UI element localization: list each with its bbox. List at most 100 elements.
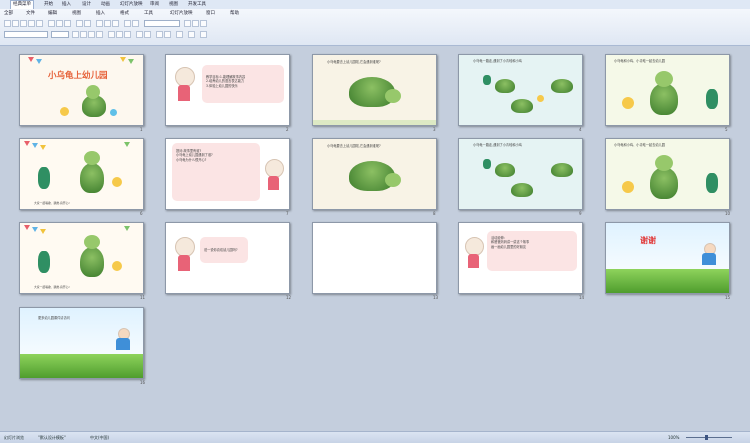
slide-number: 11: [140, 295, 146, 300]
slide-number: 4: [579, 127, 582, 132]
slide-1-thumbnail[interactable]: 小乌龟上幼儿园: [19, 54, 144, 126]
status-language: 中文(中国): [90, 435, 110, 440]
slide-number: 15: [725, 295, 731, 300]
slide-7-thumbnail[interactable]: 提问:故事里有谁? 小乌龟上幼儿园遇到了谁? 小乌龟为什么很开心?: [165, 138, 290, 210]
save-icon[interactable]: [20, 20, 27, 27]
menu-edit[interactable]: 编辑: [48, 10, 57, 17]
slide-title: 谢谢: [640, 236, 656, 245]
menu-row: 全部 文件 编辑 视图 插入 格式 工具 幻灯片放映 窗口 帮助: [0, 10, 750, 17]
paste-icon[interactable]: [64, 20, 71, 27]
tab-design[interactable]: 设计: [80, 1, 93, 8]
layout-icon[interactable]: [192, 20, 199, 27]
slide-5-thumbnail[interactable]: 小乌龟和小鸡、小青蛙一起去幼儿园: [605, 54, 730, 126]
slide-title: 小乌龟上幼儿园: [48, 71, 108, 81]
slide-number: 13: [433, 295, 439, 300]
slide-number: 6: [140, 211, 143, 216]
tab-view[interactable]: 视图: [167, 1, 180, 8]
cut-icon[interactable]: [48, 20, 55, 27]
underline-icon[interactable]: [88, 31, 95, 38]
preview-icon[interactable]: [36, 20, 43, 27]
slide-16-thumbnail[interactable]: 更多幼儿园课件请访问: [19, 307, 144, 379]
align-center-icon[interactable]: [116, 31, 123, 38]
menu-view[interactable]: 视图: [72, 10, 81, 17]
zoom-slider[interactable]: [686, 437, 732, 438]
new-icon[interactable]: [4, 20, 11, 27]
slide-6-thumbnail[interactable]: 大家一起唱歌、跳舞,真开心!: [19, 138, 144, 210]
copy-icon[interactable]: [56, 20, 63, 27]
slide-text-line: 小乌龟为什么很开心?: [176, 157, 207, 162]
slide-number: 12: [286, 295, 292, 300]
slide-text-line: 说一说你喜欢幼儿园吗?: [204, 248, 238, 252]
slide-15-thumbnail[interactable]: 谢谢: [605, 222, 730, 294]
zoom-level: 100%: [668, 435, 680, 440]
table-icon[interactable]: [96, 20, 103, 27]
slide-14-thumbnail[interactable]: 活动延伸: 和爸爸妈妈讲一讲这个故事 画一画幼儿园里的好朋友: [458, 222, 583, 294]
slide-4-thumbnail[interactable]: 小乌龟一路走,遇到了小青蛙和小鸡: [458, 54, 583, 126]
align-right-icon[interactable]: [124, 31, 131, 38]
new-slide-icon[interactable]: [184, 20, 191, 27]
redo-icon[interactable]: [84, 20, 91, 27]
font-shrink-icon[interactable]: [164, 31, 171, 38]
open-icon[interactable]: [12, 20, 19, 27]
chart-icon[interactable]: [104, 20, 111, 27]
tab-classic-menu[interactable]: 经典菜单: [10, 0, 34, 9]
slide-text-line: 3.体验上幼儿园的快乐: [206, 83, 238, 88]
menu-file[interactable]: 文件: [26, 10, 35, 17]
menu-window[interactable]: 窗口: [206, 10, 215, 17]
toolbar-row-standard: [4, 20, 334, 28]
slide-3-thumbnail[interactable]: 小乌龟要去上幼儿园啦,它会遇到谁呢?: [312, 54, 437, 126]
zoom-icon[interactable]: [124, 20, 131, 27]
status-bar: 幻灯片浏览 "默认设计模板" 中文(中国) 100%: [0, 431, 750, 443]
tab-insert[interactable]: 插入: [60, 1, 73, 8]
menu-help[interactable]: 帮助: [230, 10, 239, 17]
status-view: 幻灯片浏览: [4, 435, 24, 440]
help-icon[interactable]: [132, 20, 139, 27]
font-size-select[interactable]: [51, 31, 69, 38]
font-select[interactable]: [4, 31, 48, 38]
menu-insert[interactable]: 插入: [96, 10, 105, 17]
slide-number: 7: [286, 211, 289, 216]
tab-slideshow[interactable]: 幻灯片放映: [118, 1, 145, 8]
tab-home[interactable]: 开始: [42, 1, 55, 8]
slide-13-thumbnail[interactable]: [312, 222, 437, 294]
bullets-icon[interactable]: [144, 31, 151, 38]
slide-10-thumbnail[interactable]: 小乌龟和小鸡、小青蛙一起去幼儿园: [605, 138, 730, 210]
undo-icon[interactable]: [76, 20, 83, 27]
slide-text-line: 更多幼儿园课件请访问: [38, 316, 70, 320]
status-theme: "默认设计模板": [38, 435, 66, 440]
slide-number: 10: [725, 211, 731, 216]
slide-2-thumbnail[interactable]: 教学目标:1.能理解故事内容 2.培养幼儿的语言表达能力 3.体验上幼儿园的快乐: [165, 54, 290, 126]
align-left-icon[interactable]: [108, 31, 115, 38]
menu-format[interactable]: 格式: [120, 10, 129, 17]
slide-text-line: 大家一起唱歌、跳舞,真开心!: [34, 201, 70, 205]
slide-12-thumbnail[interactable]: 说一说你喜欢幼儿园吗?: [165, 222, 290, 294]
italic-icon[interactable]: [80, 31, 87, 38]
new-slide-2-icon[interactable]: [200, 31, 207, 38]
font-grow-icon[interactable]: [156, 31, 163, 38]
picture-icon[interactable]: [112, 20, 119, 27]
menu-all[interactable]: 全部: [4, 10, 13, 17]
numbering-icon[interactable]: [136, 31, 143, 38]
menu-tools[interactable]: 工具: [144, 10, 153, 17]
bold-icon[interactable]: [72, 31, 79, 38]
color-icon[interactable]: [200, 20, 207, 27]
print-icon[interactable]: [28, 20, 35, 27]
slide-8-thumbnail[interactable]: 小乌龟要去上幼儿园啦,它会遇到谁呢?: [312, 138, 437, 210]
font-color-icon[interactable]: [176, 31, 183, 38]
slide-number: 1: [140, 127, 143, 132]
menu-slideshow[interactable]: 幻灯片放映: [170, 10, 193, 17]
slide-text-line: 大家一起唱歌、跳舞,真开心!: [34, 285, 70, 289]
slide-text-line: 画一画幼儿园里的好朋友: [491, 244, 527, 249]
slide-9-thumbnail[interactable]: 小乌龟一路走,遇到了小青蛙和小鸡: [458, 138, 583, 210]
shadow-icon[interactable]: [96, 31, 103, 38]
design-icon[interactable]: [188, 31, 195, 38]
slide-11-thumbnail[interactable]: 大家一起唱歌、跳舞,真开心!: [19, 222, 144, 294]
zoom-select[interactable]: [144, 20, 180, 27]
tab-review[interactable]: 审阅: [148, 1, 161, 8]
zoom-slider-thumb[interactable]: [705, 435, 708, 440]
tab-developer[interactable]: 开发工具: [186, 1, 208, 8]
tab-animation[interactable]: 动画: [99, 1, 112, 8]
slide-text-line: 小乌龟一路走,遇到了小青蛙和小鸡: [473, 143, 522, 147]
slide-text-line: 小乌龟要去上幼儿园啦,它会遇到谁呢?: [327, 144, 381, 148]
slide-sorter-view: 小乌龟上幼儿园 1 教学目标:1.能理解故事内容 2.培养幼儿的语言表达能力 3…: [0, 46, 750, 431]
